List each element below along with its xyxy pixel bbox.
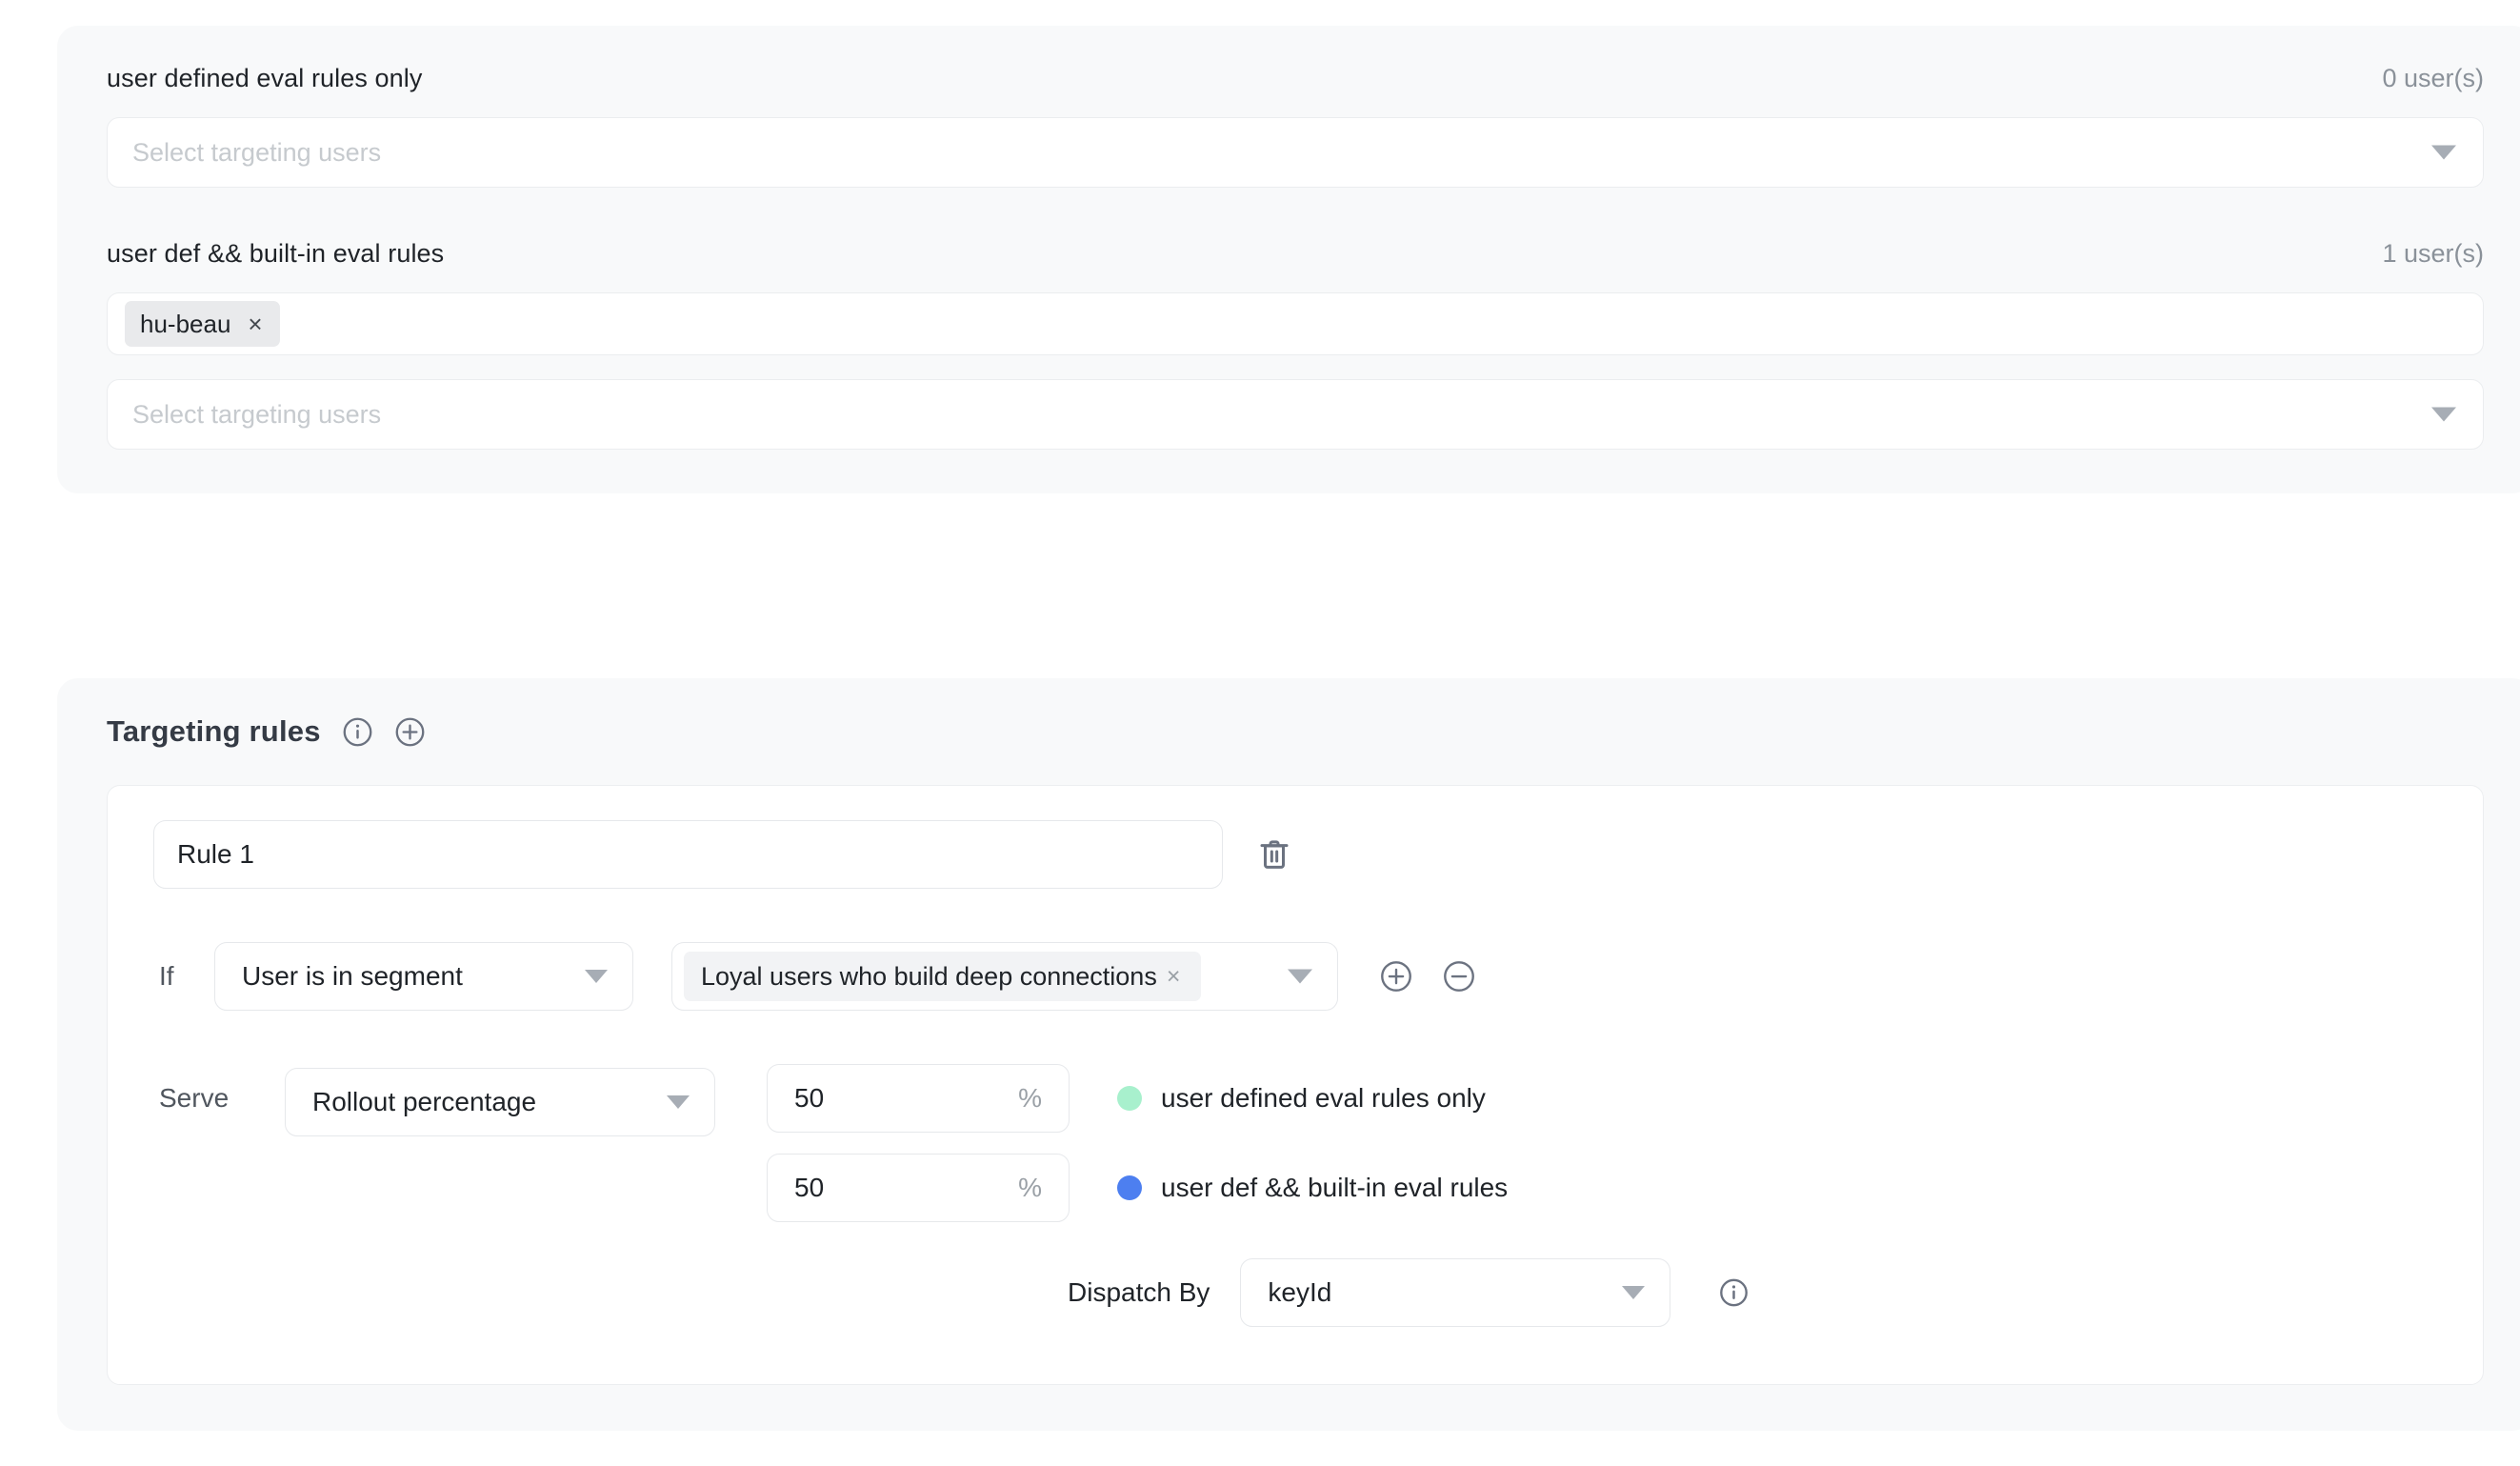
rollout-row-1: 50 % user def && built-in eval rules: [767, 1154, 1750, 1222]
page-title: Targeting rules: [107, 714, 321, 748]
variation-color-dot: [1117, 1175, 1142, 1200]
condition-actions: [1378, 958, 1477, 994]
trash-icon[interactable]: [1251, 832, 1297, 877]
user-chip[interactable]: hu-beau ×: [125, 301, 280, 347]
if-label: If: [159, 961, 174, 991]
rollout-legend-label-0: user defined eval rules only: [1161, 1083, 1486, 1113]
variation-block-0: user defined eval rules only 0 user(s) S…: [107, 64, 2484, 188]
segment-select[interactable]: Loyal users who build deep connections ×: [671, 942, 1338, 1011]
targeting-users-placeholder-0: Select targeting users: [132, 137, 382, 167]
variation-header-1: user def && built-in eval rules 1 user(s…: [107, 239, 2484, 269]
user-chip-label: hu-beau: [140, 309, 231, 338]
rollout-percentages: 50 % user defined eval rules only 50 % u…: [767, 1064, 1750, 1327]
close-icon[interactable]: ×: [230, 311, 279, 336]
rule-name-row: Rule 1: [153, 820, 2437, 889]
rule-card: Rule 1 If User is in segment Loyal users…: [107, 785, 2484, 1385]
variation-name-0: user defined eval rules only: [107, 64, 423, 92]
condition-type-dropdown[interactable]: User is in segment: [214, 942, 633, 1011]
rollout-percent-value-1: 50: [794, 1173, 825, 1202]
rollout-legend-label-1: user def && built-in eval rules: [1161, 1173, 1509, 1202]
rollout-percent-input-0[interactable]: 50 %: [767, 1064, 1070, 1133]
chevron-down-icon[interactable]: [1622, 1286, 1646, 1299]
dispatch-row: Dispatch By keyId: [767, 1258, 1750, 1327]
serve-type-value: Rollout percentage: [312, 1087, 537, 1116]
rollout-legend-0: user defined eval rules only: [1117, 1083, 1486, 1114]
percent-sign: %: [1018, 1083, 1042, 1113]
rule-name-input[interactable]: Rule 1: [153, 820, 1223, 889]
targeting-users-select-1[interactable]: Select targeting users: [107, 379, 2484, 450]
close-icon[interactable]: ×: [1157, 964, 1190, 989]
serve-label: Serve: [159, 1083, 230, 1113]
variation-color-dot: [1117, 1086, 1142, 1111]
targeting-rules-header: Targeting rules: [107, 714, 2484, 749]
targeting-users-select-0[interactable]: Select targeting users: [107, 117, 2484, 188]
chevron-down-icon[interactable]: [2431, 407, 2456, 422]
variation-block-1: user def && built-in eval rules 1 user(s…: [107, 239, 2484, 450]
selected-users-field-1[interactable]: hu-beau ×: [107, 292, 2484, 355]
condition-row: If User is in segment Loyal users who bu…: [153, 942, 2437, 1011]
dispatch-by-value: keyId: [1268, 1277, 1332, 1307]
info-circle-icon[interactable]: [342, 716, 373, 748]
percent-sign: %: [1018, 1173, 1042, 1202]
rollout-percent-input-1[interactable]: 50 %: [767, 1154, 1070, 1222]
chevron-down-icon[interactable]: [2431, 145, 2456, 160]
targeting-rules-card: Targeting rules Rule 1 If User is in seg…: [57, 678, 2520, 1431]
plus-circle-icon[interactable]: [1378, 958, 1414, 994]
info-circle-icon[interactable]: [1718, 1277, 1750, 1309]
chevron-down-icon[interactable]: [585, 970, 608, 983]
variation-user-count-1: 1 user(s): [2382, 239, 2484, 268]
rollout-legend-1: user def && built-in eval rules: [1117, 1173, 1508, 1203]
plus-circle-icon[interactable]: [394, 716, 426, 748]
chevron-down-icon[interactable]: [667, 1095, 690, 1109]
segment-chip-label: Loyal users who build deep connections: [701, 961, 1157, 991]
condition-type-value: User is in segment: [242, 961, 463, 991]
chevron-down-icon[interactable]: [1288, 969, 1312, 984]
segment-chip[interactable]: Loyal users who build deep connections ×: [684, 952, 1202, 1001]
minus-circle-icon[interactable]: [1441, 958, 1477, 994]
variation-name-1: user def && built-in eval rules: [107, 239, 445, 268]
page-root: user defined eval rules only 0 user(s) S…: [0, 0, 2520, 1466]
dispatch-by-label: Dispatch By: [1068, 1277, 1210, 1307]
rollout-percent-value-0: 50: [794, 1083, 825, 1113]
rollout-row-0: 50 % user defined eval rules only: [767, 1064, 1750, 1133]
variation-user-count-0: 0 user(s): [2382, 64, 2484, 92]
targeting-users-placeholder-1: Select targeting users: [132, 399, 382, 429]
variation-users-card: user defined eval rules only 0 user(s) S…: [57, 26, 2520, 493]
serve-type-dropdown[interactable]: Rollout percentage: [285, 1068, 715, 1136]
variation-header-0: user defined eval rules only 0 user(s): [107, 64, 2484, 93]
dispatch-by-dropdown[interactable]: keyId: [1240, 1258, 1671, 1327]
serve-row: Serve Rollout percentage 50 % user defin…: [153, 1064, 2437, 1327]
variation-spacer: [107, 188, 2484, 218]
